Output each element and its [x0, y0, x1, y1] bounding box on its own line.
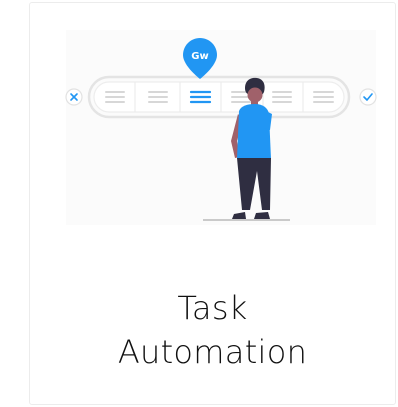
options-pill-inner	[93, 81, 345, 113]
task-automation-illustration: Gw	[65, 30, 377, 225]
card-title-line-1: Task	[177, 289, 248, 327]
card-title-line-2: Automation	[117, 333, 308, 371]
badge-label: Gw	[191, 51, 208, 62]
illustration-background	[66, 30, 376, 225]
check-icon[interactable]	[359, 88, 377, 106]
close-icon[interactable]	[65, 88, 83, 106]
